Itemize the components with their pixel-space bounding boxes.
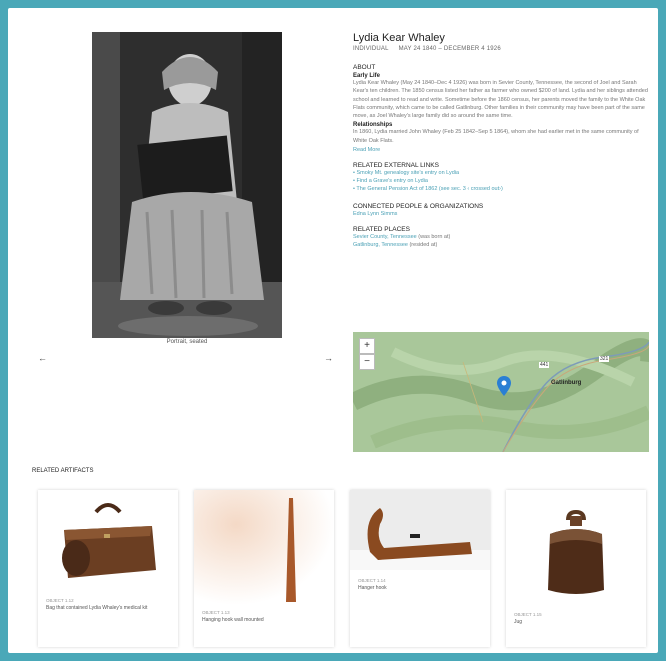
place-link[interactable]: Gatlinburg, Tennessee bbox=[353, 242, 408, 248]
external-link[interactable]: Smoky Mt. genealogy site's entry on Lydi… bbox=[353, 169, 653, 177]
artifact-meta: OBJECT 1.14 bbox=[358, 578, 386, 583]
map-city-label: Gatlinburg bbox=[551, 380, 582, 386]
artifact-card[interactable]: OBJECT 1.12 Bag that contained Lydia Wha… bbox=[38, 490, 178, 647]
artifact-name: Jug bbox=[514, 619, 523, 625]
person-subtitle: INDIVIDUAL MAY 24 1840 – DECEMBER 4 1926 bbox=[353, 46, 653, 52]
artifact-name: Hanger hook bbox=[358, 585, 387, 591]
map-road-label: 441 bbox=[539, 362, 550, 368]
map-road-label: 321 bbox=[599, 356, 610, 362]
about-heading: ABOUT bbox=[353, 64, 376, 71]
next-arrow-icon[interactable]: → bbox=[324, 353, 333, 363]
artifact-meta: OBJECT 1.13 bbox=[202, 610, 230, 615]
page-frame: Portrait, seated ← → Lydia Kear Whaley I… bbox=[8, 8, 658, 653]
prev-arrow-icon[interactable]: ← bbox=[38, 353, 47, 363]
person-dates: MAY 24 1840 – DECEMBER 4 1926 bbox=[398, 46, 501, 52]
jug-image bbox=[506, 490, 646, 605]
artifact-meta: OBJECT 1.12 bbox=[46, 598, 74, 603]
portrait-photo[interactable] bbox=[92, 32, 282, 338]
place-item: Gatlinburg, Tennessee (resided at) bbox=[353, 241, 653, 249]
map-pin-icon[interactable] bbox=[497, 376, 511, 396]
zoom-in-button[interactable]: + bbox=[359, 338, 375, 354]
artifact-meta: OBJECT 1.15 bbox=[514, 612, 542, 617]
location-map[interactable]: + − Gatlinburg 321 441 bbox=[353, 332, 649, 452]
place-item: Sevier County, Tennessee (was born at) bbox=[353, 233, 653, 241]
hanger-hook-image bbox=[350, 490, 490, 570]
person-type: INDIVIDUAL bbox=[353, 46, 389, 52]
related-artifacts-heading: RELATED ARTIFACTS bbox=[32, 468, 94, 474]
portrait-illustration bbox=[92, 32, 282, 338]
photo-caption: Portrait, seated bbox=[166, 339, 208, 345]
connected-person-link[interactable]: Edna Lynn Simms bbox=[353, 210, 653, 218]
artifact-card[interactable]: OBJECT 1.14 Hanger hook bbox=[350, 490, 490, 647]
person-details: Lydia Kear Whaley INDIVIDUAL MAY 24 1840… bbox=[353, 32, 653, 249]
artifact-name: Hanging hook wall mounted bbox=[202, 617, 264, 623]
place-relation: (was born at) bbox=[418, 234, 451, 241]
early-life-text: Lydia Kear Whaley (May 24 1840–Dec 4 192… bbox=[353, 80, 648, 120]
external-links-heading: RELATED EXTERNAL LINKS bbox=[353, 162, 439, 170]
zoom-out-button[interactable]: − bbox=[359, 354, 375, 370]
external-link[interactable]: Find a Grave's entry on Lydia bbox=[353, 177, 653, 185]
wall-hook-image bbox=[194, 490, 334, 605]
place-link[interactable]: Sevier County, Tennessee bbox=[353, 234, 417, 240]
artifact-card[interactable]: OBJECT 1.15 Jug bbox=[506, 490, 646, 647]
person-name: Lydia Kear Whaley bbox=[353, 32, 445, 44]
connected-heading: CONNECTED PEOPLE & ORGANIZATIONS bbox=[353, 203, 484, 211]
read-more-link[interactable]: Read More bbox=[353, 146, 653, 154]
place-relation: (resided at) bbox=[409, 242, 438, 249]
artifact-name: Bag that contained Lydia Whaley's medica… bbox=[46, 605, 148, 611]
artifact-card[interactable]: OBJECT 1.13 Hanging hook wall mounted bbox=[194, 490, 334, 647]
external-link[interactable]: The General Pension Act of 1862 (see sec… bbox=[353, 185, 653, 193]
relationships-text: In 1860, Lydia married John Whaley (Feb … bbox=[353, 129, 639, 144]
medical-bag-image bbox=[38, 490, 178, 590]
places-heading: RELATED PLACES bbox=[353, 226, 410, 234]
